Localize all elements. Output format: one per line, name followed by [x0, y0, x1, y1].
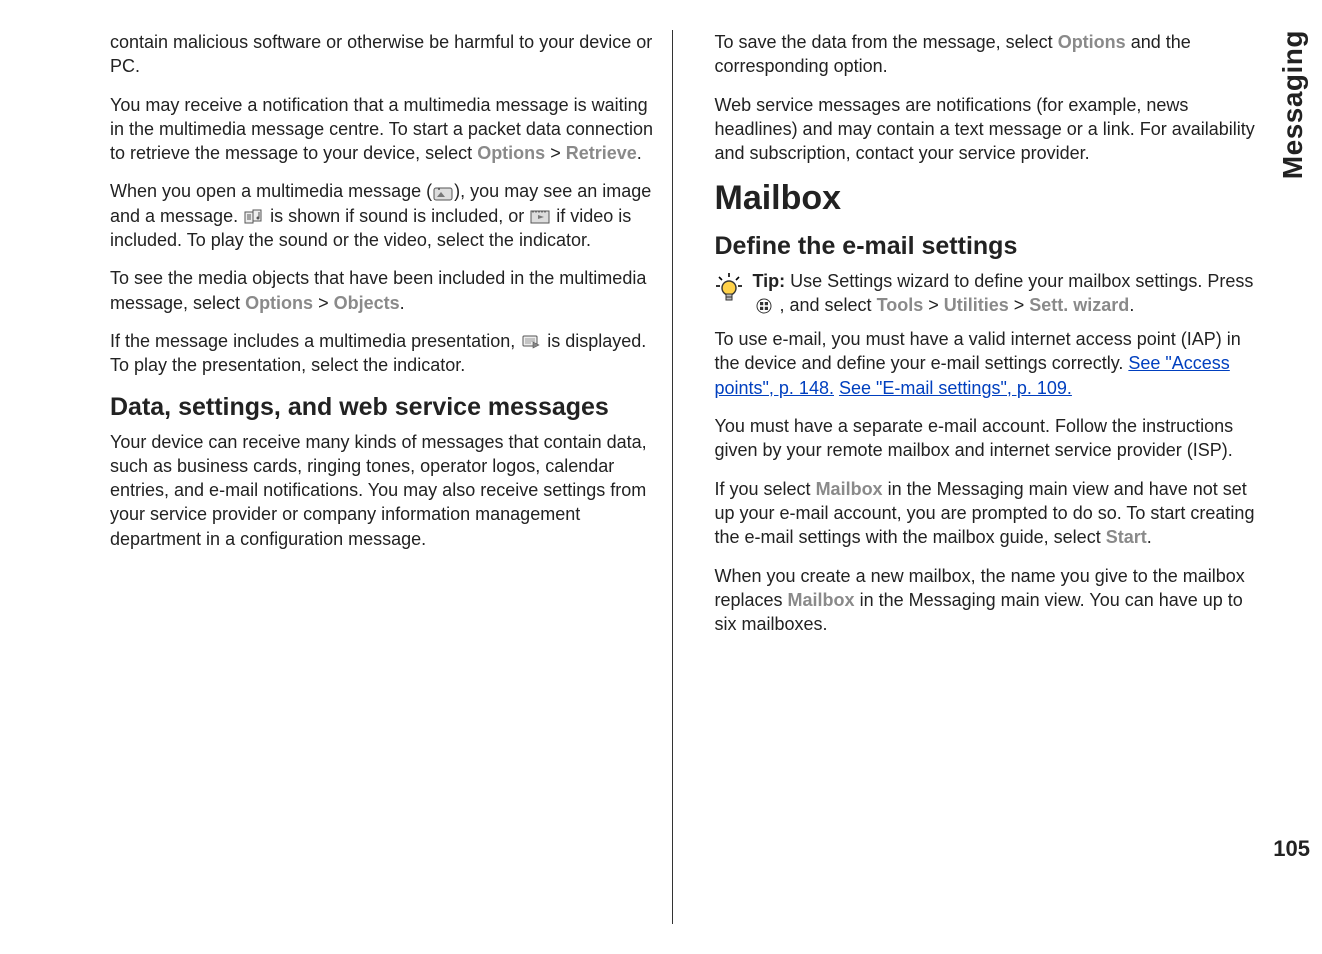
sett-wizard-label: Sett. wizard	[1029, 295, 1129, 315]
body-text: If the message includes a multimedia pre…	[110, 331, 520, 351]
tip-text: Tip: Use Settings wizard to define your …	[753, 269, 1259, 318]
paragraph: Web service messages are notifications (…	[715, 93, 1259, 166]
period: .	[1147, 527, 1152, 547]
chapter-label: Messaging	[1274, 30, 1312, 179]
video-icon	[530, 209, 550, 225]
section-heading-data-web: Data, settings, and web service messages	[110, 392, 654, 422]
link-email-settings[interactable]: See "E-mail settings", p. 109.	[839, 378, 1072, 398]
paragraph: contain malicious software or otherwise …	[110, 30, 654, 79]
subsection-heading-email-settings: Define the e-mail settings	[715, 231, 1259, 261]
lightbulb-icon	[715, 272, 743, 312]
paragraph: To see the media objects that have been …	[110, 266, 654, 315]
mms-message-icon	[433, 185, 453, 201]
body-text: is shown if sound is included, or	[265, 206, 529, 226]
presentation-icon	[521, 334, 541, 350]
period: .	[1129, 295, 1134, 315]
paragraph: You may receive a notification that a mu…	[110, 93, 654, 166]
paragraph: If the message includes a multimedia pre…	[110, 329, 654, 378]
tip-label: Tip:	[753, 271, 791, 291]
options-label: Options	[477, 143, 545, 163]
body-text: Use Settings wizard to define your mailb…	[790, 271, 1253, 291]
two-column-content: contain malicious software or otherwise …	[0, 0, 1264, 954]
tools-label: Tools	[877, 295, 924, 315]
objects-label: Objects	[334, 293, 400, 313]
separator-chevron: >	[1009, 295, 1030, 315]
menu-key-icon	[754, 298, 774, 314]
paragraph: You must have a separate e-mail account.…	[715, 414, 1259, 463]
body-text: To save the data from the message, selec…	[715, 32, 1058, 52]
page-number: 105	[1273, 834, 1310, 864]
separator-chevron: >	[923, 295, 944, 315]
body-text: , and select	[775, 295, 877, 315]
paragraph: When you open a multimedia message (), y…	[110, 179, 654, 252]
separator-chevron: >	[545, 143, 566, 163]
paragraph: To use e-mail, you must have a valid int…	[715, 327, 1259, 400]
paragraph: Your device can receive many kinds of me…	[110, 430, 654, 551]
mailbox-label: Mailbox	[788, 590, 855, 610]
body-text: If you select	[715, 479, 816, 499]
options-label: Options	[245, 293, 313, 313]
body-text: When you open a multimedia message (	[110, 181, 432, 201]
manual-page: contain malicious software or otherwise …	[0, 0, 1322, 954]
paragraph: If you select Mailbox in the Messaging m…	[715, 477, 1259, 550]
options-label: Options	[1058, 32, 1126, 52]
utilities-label: Utilities	[944, 295, 1009, 315]
section-heading-mailbox: Mailbox	[715, 179, 1259, 218]
paragraph: When you create a new mailbox, the name …	[715, 564, 1259, 637]
left-column: contain malicious software or otherwise …	[110, 30, 673, 924]
period: .	[637, 143, 642, 163]
tip-block: Tip: Use Settings wizard to define your …	[715, 269, 1259, 318]
period: .	[400, 293, 405, 313]
separator-chevron: >	[313, 293, 334, 313]
mailbox-label: Mailbox	[816, 479, 883, 499]
side-tab: Messaging	[1264, 0, 1322, 954]
paragraph: To save the data from the message, selec…	[715, 30, 1259, 79]
right-column: To save the data from the message, selec…	[697, 30, 1265, 924]
start-label: Start	[1106, 527, 1147, 547]
retrieve-label: Retrieve	[566, 143, 637, 163]
sound-icon	[244, 209, 264, 225]
